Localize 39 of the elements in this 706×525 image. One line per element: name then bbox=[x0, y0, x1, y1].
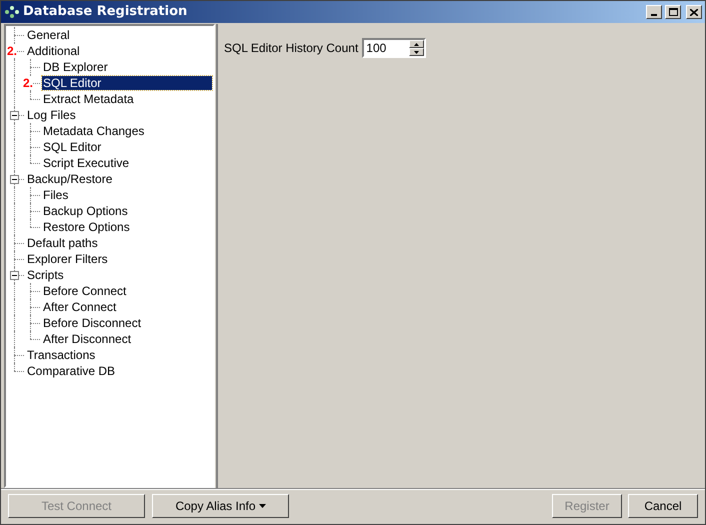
dropdown-caret-icon bbox=[258, 504, 266, 508]
close-icon bbox=[690, 8, 698, 16]
tree-item[interactable]: Restore Options bbox=[42, 220, 131, 234]
step-marker: 2. bbox=[23, 76, 34, 90]
dialog-button[interactable]: Copy Alias Info bbox=[152, 494, 289, 518]
collapse-icon[interactable] bbox=[10, 271, 19, 280]
tree-item[interactable]: Comparative DB bbox=[26, 364, 116, 378]
maximize-button[interactable] bbox=[665, 5, 681, 19]
tree-item[interactable]: Files bbox=[42, 188, 70, 202]
tree-item[interactable]: Log Files bbox=[26, 108, 77, 122]
tree-item[interactable]: SQL Editor bbox=[42, 140, 102, 154]
maximize-icon bbox=[668, 8, 678, 16]
tree-item[interactable]: Before Connect bbox=[42, 284, 128, 298]
tree-item[interactable]: Backup Options bbox=[42, 204, 129, 218]
tree-item[interactable]: After Connect bbox=[42, 300, 118, 314]
tree-item[interactable]: Transactions bbox=[26, 348, 96, 362]
tree-item[interactable]: Backup/Restore bbox=[26, 172, 114, 186]
tree-item[interactable]: Scripts bbox=[26, 268, 65, 282]
tree-item[interactable]: Explorer Filters bbox=[26, 252, 109, 266]
tree-item[interactable]: General bbox=[26, 28, 71, 42]
dialog-button[interactable]: Cancel bbox=[628, 494, 698, 518]
tree-item[interactable]: After Disconnect bbox=[42, 332, 132, 346]
tree-item[interactable]: DB Explorer bbox=[42, 60, 109, 74]
app-icon bbox=[4, 5, 20, 19]
tree-item[interactable]: Additional bbox=[26, 44, 81, 58]
collapse-icon[interactable] bbox=[10, 175, 19, 184]
history-count-label: SQL Editor History Count bbox=[224, 40, 358, 57]
tree-item[interactable]: SQL Editor bbox=[42, 76, 212, 90]
tree-item[interactable]: Metadata Changes bbox=[42, 124, 146, 138]
tree-item[interactable]: Before Disconnect bbox=[42, 316, 142, 330]
window-title: Database Registration bbox=[23, 3, 188, 22]
tree-item[interactable]: Extract Metadata bbox=[42, 92, 135, 106]
close-button[interactable] bbox=[686, 5, 702, 19]
minimize-icon bbox=[651, 14, 657, 16]
tree-item[interactable]: Default paths bbox=[26, 236, 99, 250]
collapse-icon[interactable] bbox=[10, 111, 19, 120]
step-marker: 2. bbox=[7, 44, 18, 58]
minimize-button[interactable] bbox=[646, 5, 662, 19]
tree-item[interactable]: Script Executive bbox=[42, 156, 130, 170]
